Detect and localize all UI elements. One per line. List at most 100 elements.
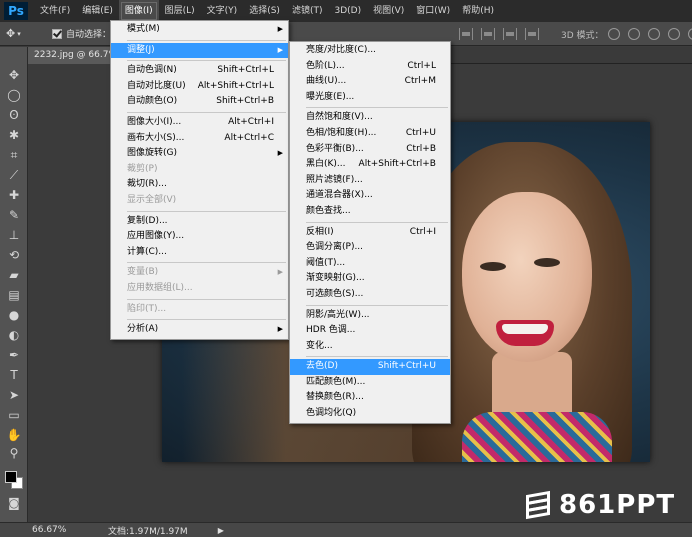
gradient-tool-icon[interactable]: ▤ <box>6 287 22 303</box>
adjust-menu-item-11[interactable]: 颜色查找... <box>290 204 450 220</box>
magic-wand-icon[interactable]: ✱ <box>6 127 22 143</box>
image-menu-item-2[interactable]: 调整(J) ▶ <box>111 42 288 59</box>
menu-2[interactable]: 图像(I) <box>118 0 159 22</box>
layers-logo-icon <box>523 490 553 520</box>
blur-tool-icon[interactable]: ● <box>6 307 22 323</box>
type-tool-icon[interactable]: T <box>6 367 22 383</box>
rectangle-tool-icon[interactable]: ▭ <box>6 407 22 423</box>
image-menu-item-13: 显示全部(V) <box>111 193 288 209</box>
3d-roll-icon[interactable] <box>627 28 640 40</box>
adjust-menu-item-17[interactable]: 可选颜色(S)... <box>290 287 450 303</box>
pen-tool-icon[interactable]: ✒ <box>6 347 22 363</box>
dodge-tool-icon[interactable]: ◐ <box>6 327 22 343</box>
image-menu-item-label: 裁切(R)... <box>127 179 167 190</box>
align-middle-icon[interactable] <box>481 28 495 40</box>
adjust-menu-item-9[interactable]: 照片滤镜(F)... <box>290 173 450 189</box>
image-menu-item-5[interactable]: 自动对比度(U) Alt+Shift+Ctrl+L <box>111 79 288 95</box>
menu-4[interactable]: 文字(Y) <box>201 0 244 22</box>
image-menu-separator <box>127 210 286 212</box>
photo-clothing <box>462 412 612 462</box>
status-menu-arrow-icon[interactable]: ▶ <box>218 526 224 535</box>
adjust-menu-item-label: 曝光度(E)... <box>306 91 355 102</box>
image-menu-item-4[interactable]: 自动色调(N) Shift+Ctrl+L <box>111 63 288 79</box>
crop-tool-icon[interactable]: ⌗ <box>6 147 22 163</box>
align-bottom-icon[interactable] <box>503 28 517 40</box>
menu-1[interactable]: 编辑(E) <box>76 0 119 22</box>
move-tool-icon[interactable]: ✥ <box>6 67 22 83</box>
image-menu-item-12[interactable]: 裁切(R)... <box>111 177 288 193</box>
watermark-text: 861PPT <box>559 490 676 520</box>
3d-pan-icon[interactable] <box>647 28 660 40</box>
path-selection-icon[interactable]: ➤ <box>6 387 22 403</box>
image-menu-item-0[interactable]: 模式(M) ▶ <box>111 22 288 38</box>
3d-scale-icon[interactable] <box>687 28 692 40</box>
chevron-down-icon: ▾ <box>17 29 21 38</box>
eyedropper-icon[interactable]: ⟋ <box>6 167 22 183</box>
adjust-menu-item-8[interactable]: 黑白(K)... Alt+Shift+Ctrl+B <box>290 157 450 173</box>
image-menu-item-20: 应用数据组(L)... <box>111 281 288 297</box>
history-brush-icon[interactable]: ⟲ <box>6 247 22 263</box>
adjust-menu-item-16[interactable]: 渐变映射(G)... <box>290 271 450 287</box>
adjust-menu-item-25[interactable]: 替换颜色(R)... <box>290 390 450 406</box>
eraser-icon[interactable]: ▰ <box>6 267 22 283</box>
image-menu-item-15[interactable]: 复制(D)... <box>111 214 288 230</box>
adjust-menu-item-7[interactable]: 色彩平衡(B)... Ctrl+B <box>290 142 450 158</box>
adjust-menu-item-shortcut: Ctrl+U <box>405 127 436 138</box>
zoom-level[interactable]: 66.67% <box>32 525 82 535</box>
healing-brush-icon[interactable]: ✚ <box>6 187 22 203</box>
menu-9[interactable]: 窗口(W) <box>410 0 456 22</box>
submenu-arrow-icon: ▶ <box>277 25 283 33</box>
adjust-menu-item-0[interactable]: 亮度/对比度(C)... <box>290 43 450 59</box>
zoom-tool-icon[interactable]: ⚲ <box>6 445 22 461</box>
adjust-menu-item-3[interactable]: 曝光度(E)... <box>290 90 450 106</box>
hand-tool-icon[interactable]: ✋ <box>6 427 22 443</box>
adjust-menu-item-21[interactable]: 变化... <box>290 339 450 355</box>
image-menu-item-16[interactable]: 应用图像(Y)... <box>111 229 288 245</box>
adjust-menu-item-10[interactable]: 通道混合器(X)... <box>290 188 450 204</box>
menu-bar: Ps 文件(F) 编辑(E) 图像(I) 图层(L) 文字(Y) 选择(S) 滤镜(T) 3D… <box>0 0 692 22</box>
image-menu-item-label: 自动颜色(O) <box>127 96 178 107</box>
menu-6[interactable]: 滤镜(T) <box>286 0 329 22</box>
lasso-tool-icon[interactable]: ʘ <box>6 107 22 123</box>
adjust-menu-item-2[interactable]: 曲线(U)... Ctrl+M <box>290 74 450 90</box>
quick-mask-icon[interactable]: ◙ <box>6 495 22 511</box>
adjust-menu-item-20[interactable]: HDR 色调... <box>290 323 450 339</box>
adjust-menu-item-label: 色相/饱和度(H)... <box>306 127 377 138</box>
align-top-icon[interactable] <box>459 28 473 40</box>
clone-stamp-icon[interactable]: ⊥ <box>6 227 22 243</box>
adjust-menu-item-5[interactable]: 自然饱和度(V)... <box>290 110 450 126</box>
image-menu-item-10[interactable]: 图像旋转(G) ▶ <box>111 146 288 162</box>
adjust-menu-separator <box>306 107 448 109</box>
adjust-menu-item-24[interactable]: 匹配颜色(M)... <box>290 375 450 391</box>
adjust-menu-item-15[interactable]: 阈值(T)... <box>290 256 450 272</box>
adjust-menu-item-19[interactable]: 阴影/高光(W)... <box>290 308 450 324</box>
menu-10[interactable]: 帮助(H) <box>456 0 500 22</box>
image-menu-item-8[interactable]: 图像大小(I)... Alt+Ctrl+I <box>111 115 288 131</box>
adjust-menu-item-23[interactable]: 去色(D) Shift+Ctrl+U <box>290 359 450 375</box>
image-menu-item-9[interactable]: 画布大小(S)... Alt+Ctrl+C <box>111 131 288 147</box>
move-tool-preset[interactable]: ✥ ▾ <box>6 25 38 43</box>
image-menu-item-17[interactable]: 计算(C)... <box>111 245 288 261</box>
adjust-menu-item-26[interactable]: 色调均化(Q) <box>290 406 450 422</box>
adjust-menu-item-6[interactable]: 色相/饱和度(H)... Ctrl+U <box>290 126 450 142</box>
image-menu-item-19: 变量(B) ▶ <box>111 265 288 281</box>
adjust-menu-item-label: 变化... <box>306 340 333 351</box>
auto-select-checkbox[interactable] <box>52 28 62 39</box>
image-menu-item-24[interactable]: 分析(A) ▶ <box>111 322 288 338</box>
adjust-menu-item-13[interactable]: 反相(I) Ctrl+I <box>290 225 450 241</box>
distribute-icon[interactable] <box>525 28 539 40</box>
menu-8[interactable]: 视图(V) <box>367 0 410 22</box>
adjust-menu-item-1[interactable]: 色阶(L)... Ctrl+L <box>290 59 450 75</box>
brush-tool-icon[interactable]: ✎ <box>6 207 22 223</box>
menu-0[interactable]: 文件(F) <box>34 0 76 22</box>
image-menu-item-label: 自动色调(N) <box>127 65 177 76</box>
foreground-color-swatch[interactable] <box>5 471 17 483</box>
3d-slide-icon[interactable] <box>667 28 680 40</box>
marquee-tool-icon[interactable]: ◯ <box>6 87 22 103</box>
image-menu-item-6[interactable]: 自动颜色(O) Shift+Ctrl+B <box>111 94 288 110</box>
menu-3[interactable]: 图层(L) <box>159 0 201 22</box>
menu-5[interactable]: 选择(S) <box>243 0 286 22</box>
3d-rotate-icon[interactable] <box>607 28 620 40</box>
adjust-menu-item-14[interactable]: 色调分离(P)... <box>290 240 450 256</box>
menu-7[interactable]: 3D(D) <box>328 0 367 22</box>
